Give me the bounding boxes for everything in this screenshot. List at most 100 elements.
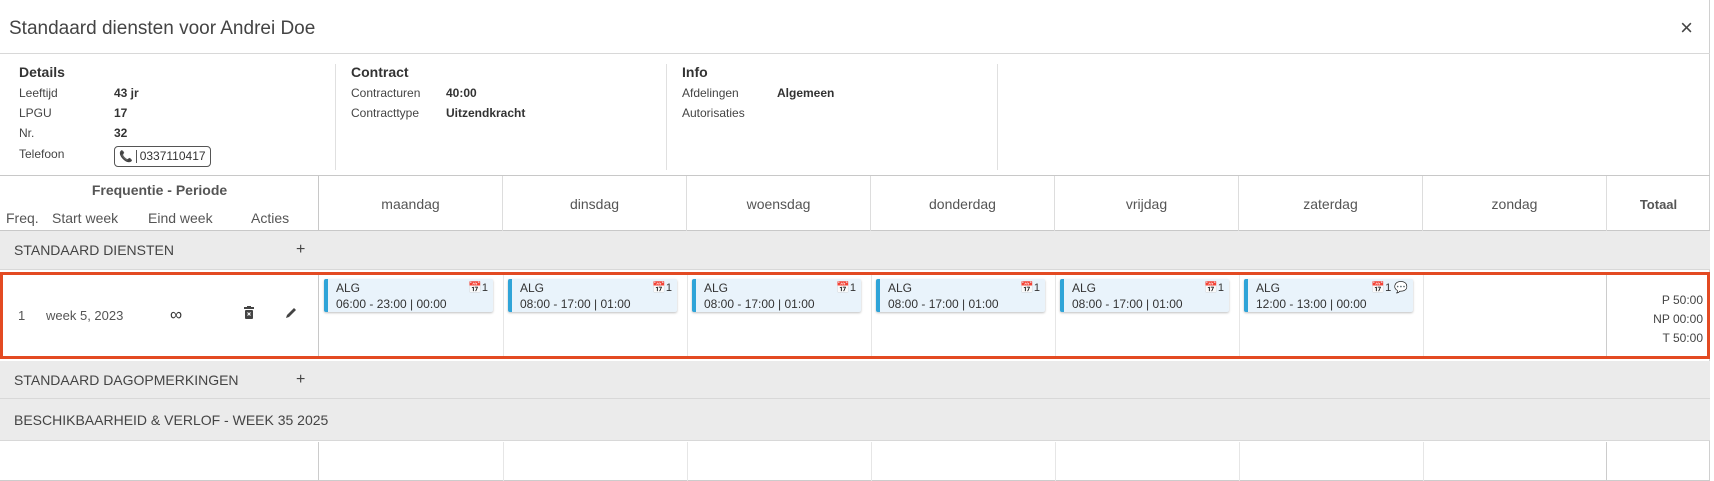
shift-time: 08:00 - 17:00 | 01:00 xyxy=(520,297,631,311)
info-value: Algemeen xyxy=(777,86,835,100)
divider xyxy=(997,64,998,170)
divider xyxy=(1055,442,1056,481)
freq-value: 1 xyxy=(18,308,26,323)
close-icon[interactable]: × xyxy=(1680,16,1693,40)
phone-button[interactable]: 📞 0337110417 xyxy=(114,145,211,167)
details-panel: Details Leeftijd 43 jr LPGU 17 Nr. 32 Telef… xyxy=(19,64,211,167)
divider xyxy=(1239,442,1240,481)
contract-heading: Contract xyxy=(351,64,409,80)
divider xyxy=(335,64,336,170)
divider xyxy=(666,64,667,170)
shift-department: ALG xyxy=(1072,281,1097,295)
detail-row: Leeftijd 43 jr xyxy=(19,83,211,103)
add-shift-button[interactable]: + xyxy=(296,241,305,259)
shift-count: 📅1 xyxy=(836,281,856,294)
calendar-icon: 📅 xyxy=(468,282,482,294)
contract-key: Contracturen xyxy=(351,86,421,100)
contract-key: Contracttype xyxy=(351,106,420,120)
delete-icon[interactable] xyxy=(243,306,255,323)
divider xyxy=(871,275,872,356)
info-key: Autorisaties xyxy=(682,106,745,120)
shift-card-thursday[interactable]: ALG 📅1 08:00 - 17:00 | 01:00 xyxy=(876,279,1045,312)
detail-row: Nr. 32 xyxy=(19,123,211,143)
section-day-notes: STANDAARD DAGOPMERKINGEN + xyxy=(0,361,1710,399)
day-header-sunday: zondag xyxy=(1423,176,1607,232)
row-period-cell: 1 week 5, 2023 ∞ xyxy=(3,275,319,356)
divider xyxy=(1239,275,1240,356)
shift-count: 📅1 xyxy=(1204,281,1224,294)
divider xyxy=(1055,275,1056,356)
shift-count: 📅1 💬 xyxy=(1371,281,1408,294)
phone-icon: 📞 xyxy=(119,149,137,163)
calendar-icon: 📅 xyxy=(652,282,666,294)
calendar-icon: 📅 xyxy=(1371,282,1386,294)
shift-count-value: 1 xyxy=(1385,282,1392,294)
frequency-period-header: Frequentie - Periode Freq. Start week Ei… xyxy=(0,176,319,232)
total-planned: P 50:00 xyxy=(1661,293,1703,307)
frequency-period-title: Frequentie - Periode xyxy=(91,182,228,198)
shift-card-monday[interactable]: ALG 📅1 06:00 - 23:00 | 00:00 xyxy=(324,279,493,312)
shift-time: 08:00 - 17:00 | 01:00 xyxy=(888,297,999,311)
section-label: STANDAARD DIENSTEN xyxy=(14,242,174,258)
info-row: Autorisaties xyxy=(682,103,834,123)
dialog-title: Standaard diensten voor Andrei Doe xyxy=(9,18,316,39)
grid-header: Frequentie - Periode Freq. Start week Ei… xyxy=(0,175,1710,232)
divider xyxy=(0,53,1710,54)
day-header-friday: vrijdag xyxy=(1055,176,1239,232)
shift-card-tuesday[interactable]: ALG 📅1 08:00 - 17:00 | 01:00 xyxy=(508,279,677,312)
shift-time: 08:00 - 17:00 | 01:00 xyxy=(1072,297,1183,311)
end-week-header: Eind week xyxy=(148,210,213,226)
add-day-note-button[interactable]: + xyxy=(296,371,305,389)
shift-time: 06:00 - 23:00 | 00:00 xyxy=(336,297,447,311)
detail-row: LPGU 17 xyxy=(19,103,211,123)
divider xyxy=(503,442,504,481)
calendar-icon: 📅 xyxy=(836,282,850,294)
divider xyxy=(1423,275,1424,356)
detail-value: 43 jr xyxy=(114,86,139,100)
schedule-grid: Frequentie - Periode Freq. Start week Ei… xyxy=(0,175,1710,481)
section-availability: BESCHIKBAARHEID & VERLOF - WEEK 35 2025 xyxy=(0,399,1710,441)
divider xyxy=(687,442,688,481)
shift-card-wednesday[interactable]: ALG 📅1 08:00 - 17:00 | 01:00 xyxy=(692,279,861,312)
info-panel: Info Afdelingen Algemeen Autorisaties xyxy=(682,64,834,123)
shift-count: 📅1 xyxy=(1020,281,1040,294)
divider xyxy=(1606,442,1607,481)
total-non-planned: NP 00:00 xyxy=(1653,312,1703,326)
day-header-saturday: zaterdag xyxy=(1239,176,1423,232)
shift-card-friday[interactable]: ALG 📅1 08:00 - 17:00 | 01:00 xyxy=(1060,279,1229,312)
shift-department: ALG xyxy=(888,281,913,295)
shift-time: 12:00 - 13:00 | 00:00 xyxy=(1256,297,1367,311)
detail-row: Telefoon 📞 0337110417 xyxy=(19,143,211,167)
detail-key: Leeftijd xyxy=(19,86,58,100)
shift-department: ALG xyxy=(1256,281,1281,295)
detail-key: Nr. xyxy=(19,126,35,140)
shift-count: 📅1 xyxy=(468,281,488,294)
contract-row: Contracttype Uitzendkracht xyxy=(351,103,525,123)
section-standard-shifts: STANDAARD DIENSTEN + xyxy=(0,231,1710,270)
actions-header: Acties xyxy=(251,210,290,226)
shift-count-value: 1 xyxy=(665,282,672,294)
shift-department: ALG xyxy=(336,281,361,295)
schedule-row: 1 week 5, 2023 ∞ ALG 📅1 06:00 - 23:00 | … xyxy=(0,272,1710,359)
contract-value: Uitzendkracht xyxy=(446,106,526,120)
start-week-header: Start week xyxy=(52,210,119,226)
section-label: BESCHIKBAARHEID & VERLOF - WEEK 35 2025 xyxy=(14,411,329,428)
calendar-icon: 📅 xyxy=(1020,282,1034,294)
availability-row xyxy=(0,442,1710,481)
standard-shifts-dialog: Standaard diensten voor Andrei Doe × Det… xyxy=(0,0,1710,481)
freq-header: Freq. xyxy=(6,210,39,226)
divider xyxy=(1606,275,1607,356)
info-key: Afdelingen xyxy=(682,86,739,100)
phone-number: 0337110417 xyxy=(139,149,206,163)
day-header-thursday: donderdag xyxy=(871,176,1055,232)
contract-panel: Contract Contracturen 40:00 Contracttype U… xyxy=(351,64,525,123)
shift-card-saturday[interactable]: ALG 📅1 💬 12:00 - 13:00 | 00:00 xyxy=(1244,279,1413,312)
shift-time: 08:00 - 17:00 | 01:00 xyxy=(704,297,815,311)
shift-count-value: 1 xyxy=(481,282,488,294)
divider xyxy=(503,275,504,356)
details-heading: Details xyxy=(19,64,65,80)
comment-icon: 💬 xyxy=(1394,282,1408,294)
edit-icon[interactable] xyxy=(284,306,298,323)
total-overall: T 50:00 xyxy=(1662,331,1703,345)
shift-department: ALG xyxy=(520,281,545,295)
